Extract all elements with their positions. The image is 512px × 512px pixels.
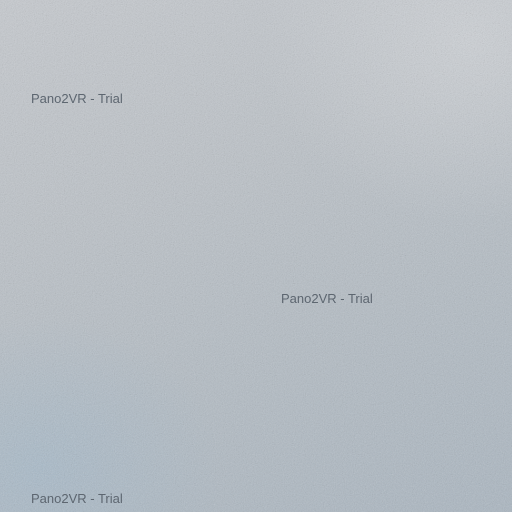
trial-watermark: Pano2VR - Trial [31,91,123,106]
trial-watermark: Pano2VR - Trial [281,291,373,306]
ceiling-texture [0,0,512,512]
panorama-viewport[interactable]: Pano2VR - Trial Pano2VR - Trial Pano2VR … [0,0,512,512]
trial-watermark: Pano2VR - Trial [31,491,123,506]
